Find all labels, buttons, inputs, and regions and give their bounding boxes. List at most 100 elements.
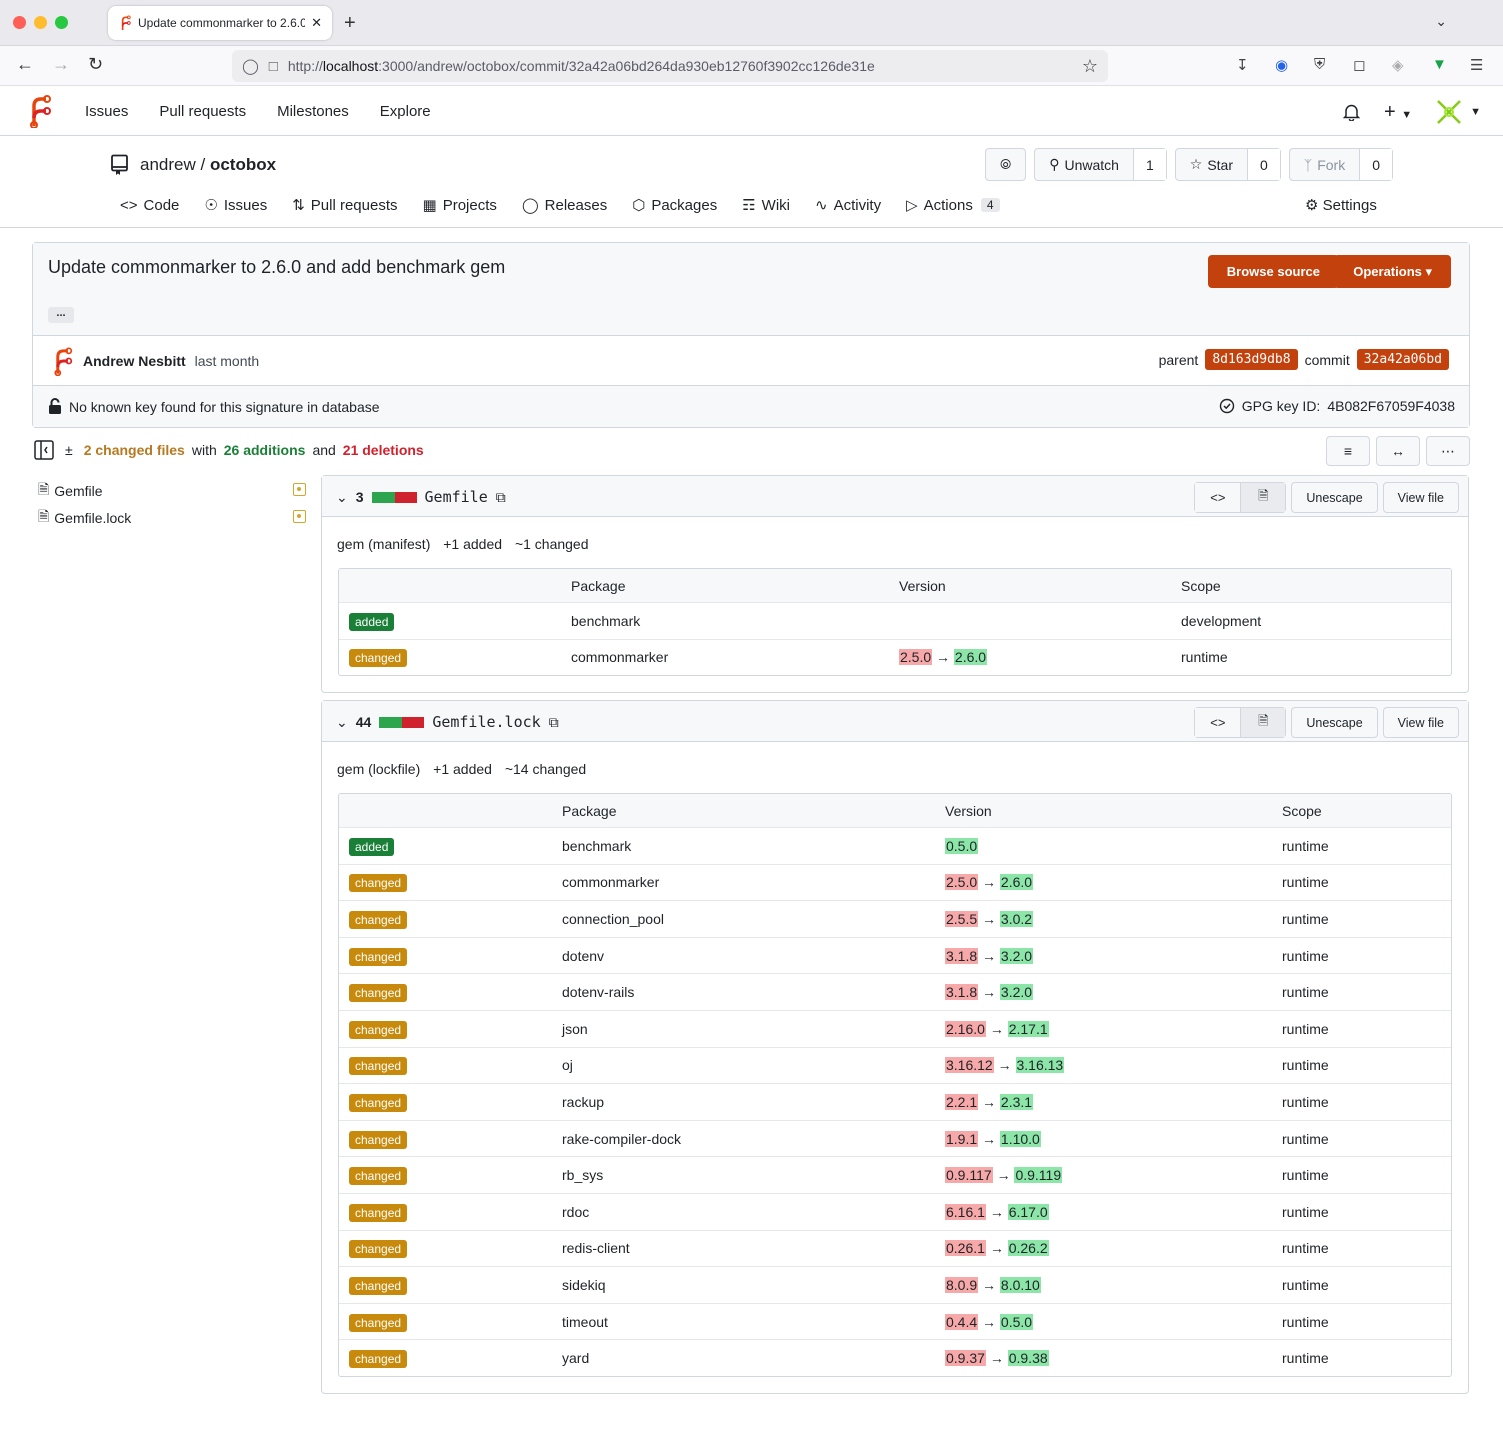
reload-icon[interactable]: ↻ <box>88 54 103 75</box>
unwatch-button[interactable]: ⚲ Unwatch <box>1035 149 1133 180</box>
nav-pull-requests[interactable]: Pull requests <box>159 103 246 120</box>
table-row: changed dotenv-rails 3.1.8 → 3.2.0 runtime <box>339 973 1451 1010</box>
extension-g-icon[interactable]: ◉ <box>1275 56 1288 74</box>
create-new-dropdown[interactable]: + ▼ <box>1384 101 1412 124</box>
download-icon[interactable]: ↧ <box>1236 56 1249 74</box>
star-button[interactable]: ☆ Star <box>1176 149 1247 180</box>
tab-pull-requests[interactable]: ⇅ Pull requests <box>292 196 397 215</box>
version-cell: 0.5.0 <box>945 837 979 854</box>
tab-issues[interactable]: ☉ Issues <box>204 196 267 215</box>
copy-icon[interactable]: ⧉ <box>496 489 506 506</box>
user-avatar-dropdown[interactable]: ▼ <box>1436 99 1481 125</box>
tab-code[interactable]: <> Code <box>120 196 179 214</box>
unescape-button[interactable]: Unescape <box>1291 707 1378 738</box>
tab-releases[interactable]: ◯ Releases <box>521 196 607 215</box>
more-options-icon[interactable]: ⋯ <box>1426 436 1470 466</box>
extension-layers-icon[interactable]: ◈ <box>1392 56 1404 74</box>
shield-icon[interactable]: ◯ <box>242 57 259 75</box>
bell-icon[interactable] <box>1342 103 1360 121</box>
ecosystem-label: gem (manifest) <box>337 536 431 552</box>
forgejo-logo-icon[interactable] <box>26 94 52 128</box>
view-file-button[interactable]: View file <box>1382 707 1459 738</box>
gpg-key: GPG key ID: 4B082F67059F4038 <box>1219 398 1455 414</box>
fork-count[interactable]: 0 <box>1359 149 1392 180</box>
tab-packages[interactable]: ⬡ Packages <box>632 196 717 215</box>
nav-explore[interactable]: Explore <box>380 103 431 120</box>
view-file-button[interactable]: View file <box>1382 482 1459 513</box>
star-count[interactable]: 0 <box>1247 149 1280 180</box>
close-window-button[interactable] <box>13 16 26 29</box>
additions-count: 26 additions <box>223 442 306 458</box>
new-tab-button[interactable]: + <box>344 12 356 35</box>
address-bar[interactable]: ◯ □ http://localhost:3000/andrew/octobox… <box>232 50 1108 82</box>
tab-projects[interactable]: ▦ Projects <box>423 196 497 215</box>
changed-summary: ~1 changed <box>514 536 589 552</box>
repo-owner-link[interactable]: andrew <box>140 155 196 175</box>
status-badge: changed <box>349 1203 408 1222</box>
browse-source-button[interactable]: Browse source <box>1207 255 1339 288</box>
diff-file-gemfile: ⌄ 3 Gemfile ⧉ <> 🗎 Unescape View file ge… <box>321 475 1469 694</box>
rendered-view-icon[interactable]: 🗎 <box>1240 483 1286 512</box>
ublock-shield-icon[interactable]: ⛨ <box>1314 56 1325 73</box>
source-view-icon[interactable]: <> <box>1195 483 1241 512</box>
tab-list-chevron-icon[interactable]: ⌄ <box>1435 13 1447 30</box>
tag-icon: ◯ <box>521 197 539 214</box>
arrow-icon: → <box>989 1350 1004 1367</box>
version-cell: 8.0.9 → 8.0.10 <box>945 1276 1041 1293</box>
star-label: Star <box>1207 156 1233 173</box>
tab-actions[interactable]: ▷ Actions 4 <box>906 196 1000 214</box>
pulse-icon: ∿ <box>814 197 828 214</box>
source-view-icon[interactable]: <> <box>1195 708 1241 737</box>
scope-cell: runtime <box>1282 1130 1329 1147</box>
tab-activity[interactable]: ∿ Activity <box>814 196 881 215</box>
tab-settings[interactable]: ⚙ Settings <box>1305 196 1377 214</box>
close-tab-icon[interactable]: ✕ <box>311 15 322 31</box>
arrow-icon: → <box>997 1057 1012 1074</box>
menu-hamburger-icon[interactable]: ☰ <box>1470 56 1483 74</box>
old-version: 2.2.1 <box>945 1093 979 1110</box>
copy-icon[interactable]: ⧉ <box>549 714 559 731</box>
dependency-table: Package Version Scope added benchmark 0.5.0 ru… <box>338 793 1452 1377</box>
extensions-puzzle-icon[interactable]: ◻ <box>1353 56 1365 74</box>
nav-milestones[interactable]: Milestones <box>277 103 349 120</box>
bookmark-star-icon[interactable]: ☆ <box>1082 56 1098 77</box>
watch-count[interactable]: 1 <box>1132 149 1166 180</box>
table-row: changed oj 3.16.12 → 3.16.13 runtime <box>339 1046 1451 1084</box>
forward-arrow-icon[interactable]: → <box>52 54 70 75</box>
rendered-view-icon[interactable]: 🗎 <box>1240 708 1286 737</box>
collapse-chevron-icon[interactable]: ⌄ <box>336 489 348 506</box>
file-tree-item[interactable]: 🗎 Gemfile <box>38 477 310 504</box>
fork-button[interactable]: ᛉ Fork <box>1290 149 1359 180</box>
zoom-window-button[interactable] <box>55 16 68 29</box>
extension-shield-icon[interactable]: ▼ <box>1432 56 1447 73</box>
new-version: 8.0.10 <box>999 1276 1041 1293</box>
old-version: 3.1.8 <box>945 947 979 964</box>
repo-name-link[interactable]: octobox <box>210 155 276 175</box>
table-header-row: Package Version Scope <box>339 794 1451 827</box>
operations-dropdown[interactable]: Operations ▾ <box>1334 255 1451 288</box>
browser-tab[interactable]: Update commonmarker to 2.6.0 ✕ <box>108 6 332 40</box>
back-arrow-icon[interactable]: ← <box>16 54 34 75</box>
expand-message-button[interactable]: ... <box>48 307 74 323</box>
changed-files-link[interactable]: 2 changed files <box>84 442 185 458</box>
minimize-window-button[interactable] <box>34 16 47 29</box>
split-view-icon[interactable]: ↔ <box>1376 436 1420 466</box>
whitespace-toggle-icon[interactable]: ≡ <box>1326 436 1370 466</box>
scope-cell: runtime <box>1282 874 1329 891</box>
old-version: 0.9.37 <box>945 1350 986 1367</box>
table-row: changed rackup 2.2.1 → 2.3.1 runtime <box>339 1083 1451 1120</box>
author-avatar[interactable] <box>51 346 73 376</box>
col-header-scope: Scope <box>1282 802 1322 819</box>
unescape-button[interactable]: Unescape <box>1291 482 1378 513</box>
toggle-file-tree-icon[interactable] <box>34 440 54 460</box>
parent-sha-link[interactable]: 8d163d9db8 <box>1205 349 1298 370</box>
author-name-link[interactable]: Andrew Nesbitt <box>83 353 186 369</box>
commit-sha-label[interactable]: 32a42a06bd <box>1356 349 1449 370</box>
rss-button[interactable]: ⦾ <box>985 148 1027 181</box>
scope-cell: runtime <box>1282 1276 1329 1293</box>
tab-wiki[interactable]: ☶ Wiki <box>742 196 790 215</box>
nav-issues[interactable]: Issues <box>85 103 128 120</box>
package-name: oj <box>562 1057 573 1074</box>
collapse-chevron-icon[interactable]: ⌄ <box>336 714 348 731</box>
file-tree-item[interactable]: 🗎 Gemfile.lock <box>38 504 310 531</box>
